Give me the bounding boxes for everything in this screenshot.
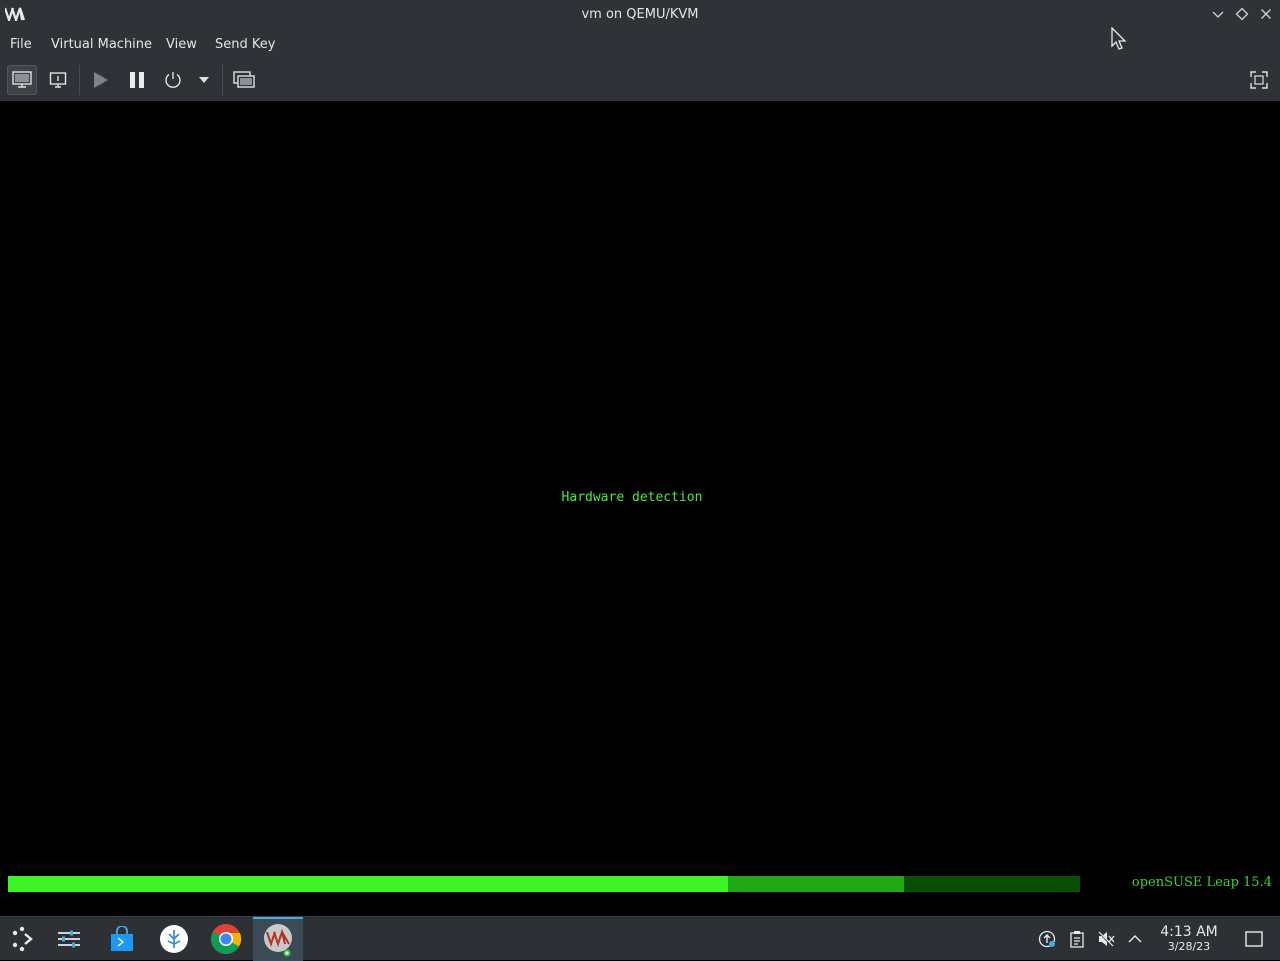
menu-file[interactable]: File	[10, 37, 32, 52]
chrome-button[interactable]	[208, 921, 244, 957]
toolbar-separator	[79, 65, 80, 95]
discover-store-icon	[111, 926, 133, 951]
pause-button[interactable]	[122, 65, 152, 95]
clipboard-icon	[1070, 931, 1084, 948]
virt-manager-icon	[264, 924, 292, 957]
discover-store-button[interactable]	[104, 921, 140, 957]
menu-virtual-machine[interactable]: Virtual Machine	[51, 37, 152, 52]
power-icon	[165, 72, 181, 88]
details-info-icon	[49, 72, 67, 88]
updates-icon	[1038, 930, 1056, 948]
dolphin-icon	[160, 925, 188, 953]
toolbar-separator	[222, 65, 223, 95]
volume-muted-icon	[1097, 930, 1115, 948]
application-launcher-icon	[12, 926, 33, 952]
window-titlebar[interactable]: vm on QEMU/KVM	[0, 0, 1280, 30]
menu-bar: File Virtual Machine View Send Key	[0, 30, 1280, 58]
clipboard-button[interactable]	[1067, 929, 1087, 949]
expand-tray-button[interactable]	[1125, 929, 1145, 949]
virt-manager-task-button[interactable]	[253, 917, 303, 961]
minimize-icon[interactable]	[1210, 6, 1226, 22]
shutdown-menu-button[interactable]	[190, 65, 218, 95]
volume-button[interactable]	[1096, 929, 1116, 949]
boot-progress-fill	[8, 876, 729, 892]
clock-time[interactable]: 4:13 AM	[1150, 924, 1228, 940]
maximize-icon[interactable]	[1234, 6, 1250, 22]
expand-tray-icon	[1128, 935, 1142, 943]
fullscreen-icon	[1250, 71, 1268, 89]
fullscreen-button[interactable]	[1244, 65, 1274, 95]
window-title: vm on QEMU/KVM	[581, 7, 699, 22]
clock-date[interactable]: 3/28/23	[1150, 940, 1228, 953]
toolbar	[0, 58, 1280, 102]
dolphin-button[interactable]	[156, 921, 192, 957]
system-settings-icon	[58, 930, 80, 948]
os-name-label: openSUSE Leap 15.4	[1131, 875, 1272, 890]
taskbar: 4:13 AM 3/28/23	[0, 916, 1280, 961]
boot-status-message: Hardware detection	[561, 490, 703, 505]
application-launcher-button[interactable]	[4, 921, 40, 957]
menu-send-key[interactable]: Send Key	[215, 37, 275, 52]
close-icon[interactable]	[1258, 6, 1274, 22]
console-view-button[interactable]	[7, 65, 37, 95]
shutdown-button[interactable]	[158, 65, 188, 95]
vm-console-display[interactable]: Hardware detection openSUSE Leap 15.4	[0, 101, 1280, 916]
system-settings-button[interactable]	[51, 921, 87, 957]
snapshots-icon	[233, 71, 255, 88]
snapshots-button[interactable]	[229, 65, 259, 95]
chevron-down-icon	[199, 77, 209, 83]
details-button[interactable]	[43, 65, 73, 95]
menu-view[interactable]: View	[166, 37, 197, 52]
show-desktop-icon	[1245, 931, 1263, 947]
chrome-icon	[210, 924, 242, 955]
run-play-icon	[94, 72, 108, 88]
console-view-icon	[12, 71, 32, 88]
mouse-cursor-icon	[1111, 27, 1127, 50]
show-desktop-button[interactable]	[1244, 929, 1264, 949]
boot-progress-bar	[8, 876, 1080, 892]
run-button[interactable]	[85, 65, 115, 95]
updates-button[interactable]	[1037, 929, 1057, 949]
pause-icon	[130, 72, 144, 88]
